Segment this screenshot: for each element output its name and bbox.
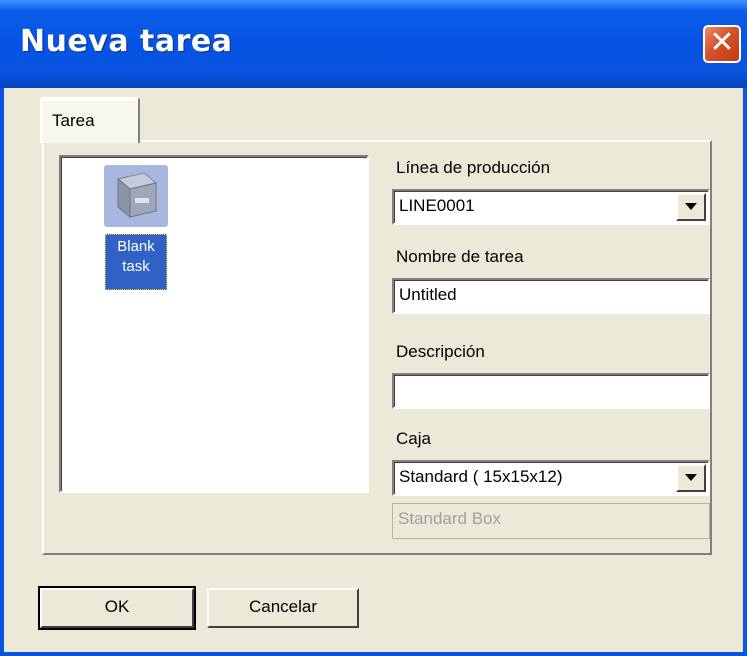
box-dropdown-button[interactable]	[676, 464, 706, 492]
window-title: Nueva tarea	[20, 24, 233, 59]
box-label: Caja	[396, 429, 431, 448]
close-button[interactable]: ✕	[703, 25, 741, 63]
cancel-button[interactable]: Cancelar	[207, 588, 359, 628]
chevron-down-icon	[685, 203, 697, 210]
description-input[interactable]	[392, 373, 710, 409]
template-item-blank-task[interactable]: Blank task	[105, 234, 167, 290]
box-value: Standard ( 15x15x12)	[399, 467, 563, 486]
production-line-value: LINE0001	[399, 196, 475, 215]
box-select[interactable]: Standard ( 15x15x12)	[392, 460, 710, 496]
production-line-dropdown-button[interactable]	[676, 193, 706, 221]
close-icon: ✕	[709, 25, 735, 60]
production-line-select[interactable]: LINE0001	[392, 189, 710, 225]
box-icon[interactable]	[104, 165, 168, 227]
task-name-label: Nombre de tarea	[396, 247, 524, 266]
dialog-window: Nueva tarea ✕ Tarea Blank task Línea de …	[0, 0, 747, 656]
tab-label: Tarea	[52, 111, 95, 130]
title-bar[interactable]: Nueva tarea ✕	[0, 0, 747, 88]
box-name-value: Standard Box	[398, 509, 502, 528]
ok-button[interactable]: OK	[38, 586, 196, 630]
chevron-down-icon	[685, 474, 697, 481]
tab-tarea[interactable]: Tarea	[40, 97, 140, 143]
task-name-input[interactable]: Untitled	[392, 278, 710, 314]
task-name-value: Untitled	[399, 285, 457, 304]
description-label: Descripción	[396, 342, 485, 361]
box-name-field: Standard Box	[392, 503, 710, 539]
production-line-label: Línea de producción	[396, 158, 551, 177]
